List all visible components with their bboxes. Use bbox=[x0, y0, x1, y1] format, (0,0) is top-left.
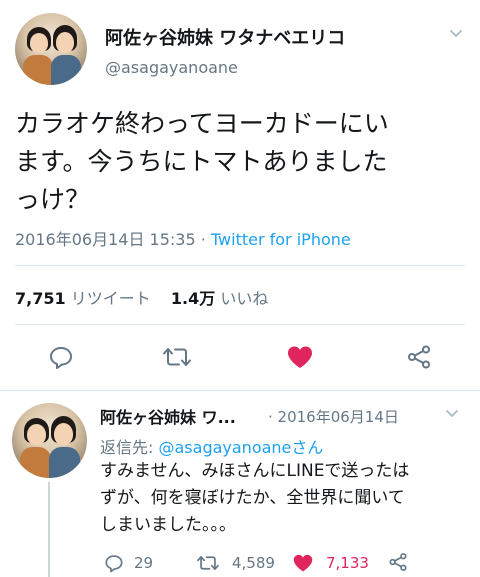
reply-text-line: ずが、何を寝ぼけたか、全世界に聞いて bbox=[100, 488, 405, 508]
reply-like-button[interactable]: 7,133 bbox=[292, 552, 382, 574]
reply-text-line: しまいました。。。 bbox=[100, 515, 236, 535]
display-name[interactable]: 阿佐ヶ谷姉妹 ワタナベエリコ bbox=[105, 24, 345, 50]
reply-reply-button[interactable]: 29 bbox=[104, 552, 154, 574]
retweet-count: 7,751 bbox=[15, 289, 66, 308]
retweet-icon bbox=[197, 556, 219, 570]
like-icon bbox=[288, 346, 312, 368]
retweet-label: リツイート bbox=[70, 289, 151, 308]
reply-count: 29 bbox=[134, 554, 154, 572]
reply-share-button[interactable] bbox=[388, 552, 410, 574]
reply-avatar[interactable] bbox=[12, 403, 87, 478]
user-handle[interactable]: @asagayanoane bbox=[105, 58, 238, 77]
section-divider bbox=[0, 390, 480, 391]
reply-to-line: 返信先: @asagayanoaneさん bbox=[100, 434, 323, 458]
tweet-meta: 2016年06月14日 15:35 · Twitter for iPhone bbox=[15, 226, 351, 250]
retweet-stat[interactable]: 7,751 リツイート bbox=[15, 289, 151, 308]
meta-separator: · bbox=[200, 230, 206, 249]
reply-retweet-button[interactable]: 4,589 bbox=[196, 552, 286, 574]
divider bbox=[15, 265, 465, 266]
tweet-text-line: ます。今うちにトマトありました bbox=[15, 147, 388, 176]
like-button[interactable] bbox=[286, 344, 314, 370]
share-icon bbox=[389, 553, 407, 571]
chevron-down-icon[interactable] bbox=[448, 26, 464, 42]
tweet-stats: 7,751 リツイート 1.4万 いいね bbox=[15, 285, 268, 309]
share-icon bbox=[408, 345, 430, 369]
share-button[interactable] bbox=[406, 344, 432, 370]
thread-line bbox=[48, 482, 50, 577]
reply-button[interactable] bbox=[48, 344, 74, 370]
reply-retweet-count: 4,589 bbox=[232, 554, 275, 572]
tweet-text-line: カラオケ終わってヨーカドーにい bbox=[15, 109, 389, 138]
like-label: いいね bbox=[220, 289, 269, 308]
tweet-text: カラオケ終わってヨーカドーにい ます。今うちにトマトありました っけ？ bbox=[15, 105, 475, 219]
like-count: 1.4万 bbox=[170, 289, 216, 308]
like-icon bbox=[293, 554, 313, 572]
like-stat[interactable]: 1.4万 いいね bbox=[171, 289, 268, 308]
retweet-button[interactable] bbox=[162, 344, 192, 370]
reply-icon bbox=[105, 555, 123, 573]
reply-to-prefix: 返信先: bbox=[100, 438, 154, 457]
retweet-icon bbox=[163, 348, 191, 366]
reply-timestamp[interactable]: · 2016年06月14日 bbox=[268, 406, 399, 427]
reply-like-count: 7,133 bbox=[326, 554, 369, 572]
reply-text: すみません、みほさんにLINEで送ったは ずが、何を寝ぼけたか、全世界に聞いて … bbox=[100, 458, 472, 539]
tweet-source-link[interactable]: Twitter for iPhone bbox=[211, 230, 351, 249]
reply-display-name[interactable]: 阿佐ヶ谷姉妹 ワ... bbox=[100, 404, 236, 428]
reply-icon bbox=[50, 347, 72, 369]
chevron-down-icon[interactable] bbox=[444, 406, 460, 422]
avatar[interactable] bbox=[15, 13, 87, 85]
tweet-timestamp[interactable]: 2016年06月14日 15:35 bbox=[15, 230, 196, 249]
reply-to-suffix: さん bbox=[291, 438, 324, 457]
divider bbox=[15, 324, 465, 325]
tweet-text-line: っけ？ bbox=[15, 185, 91, 214]
reply-text-line: すみません、みほさんにLINEで送ったは bbox=[100, 461, 410, 481]
reply-to-handle[interactable]: @asagayanoane bbox=[159, 438, 292, 457]
